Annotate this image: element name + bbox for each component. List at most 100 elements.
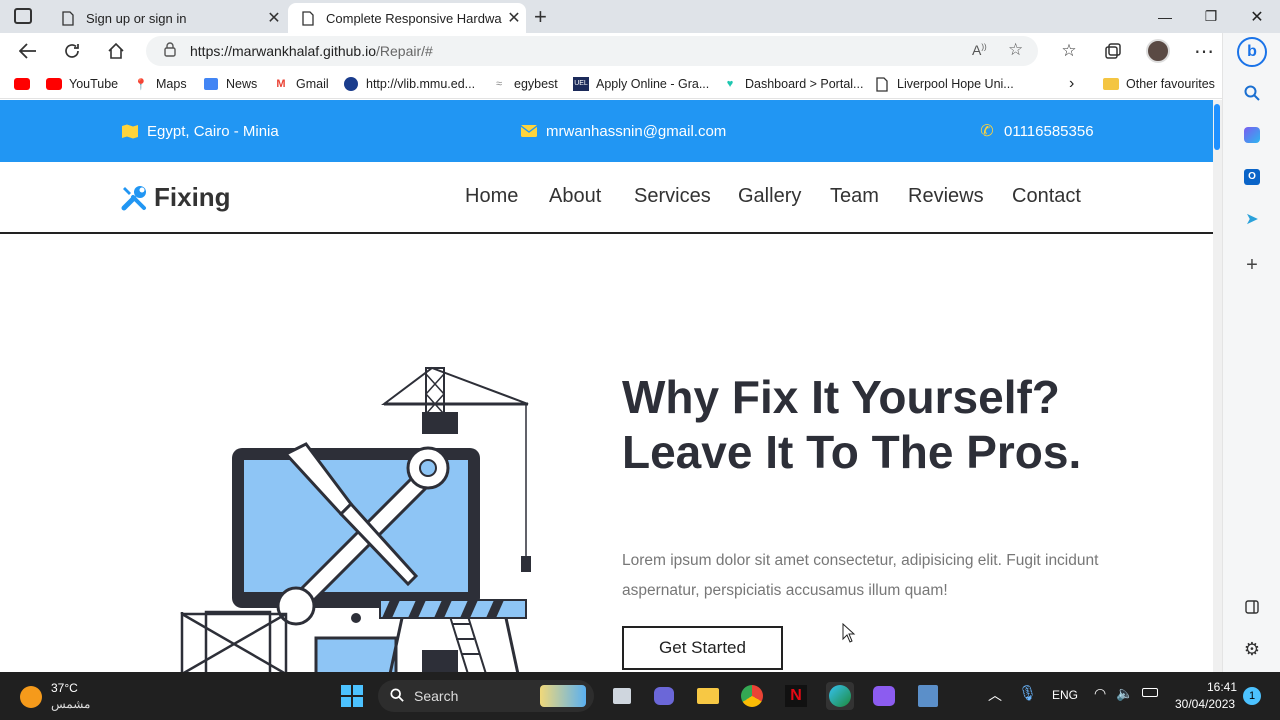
nav-services[interactable]: Services [634,185,711,208]
close-icon[interactable]: ✕ [262,8,286,28]
maps-icon: 📍 [134,78,148,91]
uel-icon: UEL [573,76,589,92]
site-icon: ≈ [495,78,503,90]
contact-topbar: Egypt, Cairo - Minia mrwanhassnin@gmail.… [0,100,1213,162]
nav-reviews[interactable]: Reviews [908,185,984,208]
telegram-icon[interactable]: ➤ [1240,207,1264,231]
tab-actions-icon[interactable] [14,8,32,24]
add-favourite-icon[interactable]: ☆ [1008,40,1023,60]
other-favourites[interactable]: Other favourites [1103,75,1215,93]
bookmark-label: Maps [156,77,187,91]
edge-sidebar: b O ➤ + ⚙ [1222,33,1280,672]
collections-icon[interactable] [1098,37,1128,65]
bookmark-youtube-icon-only[interactable] [14,75,37,93]
bookmark-label: Dashboard > Portal... [745,77,864,91]
bookmark-dashboard[interactable]: ♥ Dashboard > Portal... [722,75,864,93]
clipchamp-icon[interactable] [870,682,898,710]
nav-contact[interactable]: Contact [1012,185,1081,208]
address-toolbar: https://marwankhalaf.github.io /Repair/#… [0,33,1280,69]
taskbar-search[interactable]: Search [378,680,594,712]
language-indicator[interactable]: ENG [1052,688,1078,702]
minimize-icon[interactable]: — [1142,0,1188,33]
teams-chat-icon[interactable] [650,682,678,710]
nav-team[interactable]: Team [830,185,879,208]
youtube-icon [46,76,62,92]
add-icon[interactable]: + [1240,253,1264,277]
hero-title: Why Fix It Yourself? Leave It To The Pro… [622,371,1082,478]
battery-icon[interactable] [1142,686,1158,700]
new-tab-icon[interactable]: + [534,4,547,30]
home-icon[interactable] [101,37,131,65]
restore-icon[interactable]: ❐ [1188,0,1234,33]
windows-start-icon[interactable] [338,682,366,710]
bookmark-egybest[interactable]: ≈ egybest [491,75,558,93]
close-icon[interactable]: ✕ [502,8,526,28]
edge-icon[interactable] [826,682,854,710]
get-started-button[interactable]: Get Started [622,626,783,670]
address-bar[interactable]: https://marwankhalaf.github.io /Repair/#… [146,36,1038,66]
clock-date[interactable]: 30/04/2023 [1175,697,1235,711]
scrollbar-thumb[interactable] [1214,104,1220,150]
window-close-icon[interactable]: ✕ [1234,0,1280,33]
netflix-icon[interactable]: N [782,682,810,710]
lock-icon [164,42,180,60]
bookmark-liverpool[interactable]: Liverpool Hope Uni... [874,75,1014,93]
profile-avatar[interactable] [1143,37,1173,65]
bookmark-apply-online[interactable]: UEL Apply Online - Gra... [573,75,709,93]
notification-badge[interactable]: 1 [1243,687,1261,705]
nav-about[interactable]: About [549,185,601,208]
chevron-up-icon[interactable]: ︿ [988,685,1002,705]
read-aloud-icon[interactable]: A)) [972,42,987,58]
envelope-icon [520,122,538,140]
chevron-right-icon[interactable]: › [1069,75,1074,93]
bookmark-label: News [226,77,258,91]
bookmark-gmail[interactable]: M Gmail [273,75,328,93]
search-icon [390,687,404,705]
bookmark-news[interactable]: News [203,75,257,93]
tab-hardware[interactable]: Complete Responsive Hardware ✕ [288,3,526,33]
favourites-icon[interactable]: ☆ [1054,37,1084,65]
search-icon[interactable] [1240,81,1264,105]
sidebar-panel-icon[interactable] [1240,595,1264,619]
location-text: Egypt, Cairo - Minia [147,122,279,140]
heart-icon: ♥ [726,78,734,90]
wifi-icon[interactable]: ◠ [1094,685,1106,702]
bookmark-youtube[interactable]: YouTube [46,75,118,93]
outlook-icon[interactable]: O [1240,165,1264,189]
video-editor-icon[interactable] [914,682,942,710]
more-icon[interactable]: ⋯ [1189,37,1219,65]
url-path: /Repair/# [376,43,433,59]
bookmark-maps[interactable]: 📍 Maps [133,75,187,93]
chrome-icon[interactable] [738,682,766,710]
task-view-icon[interactable] [608,682,636,710]
mouse-cursor-icon [842,623,856,643]
bing-chat-icon[interactable]: b [1237,37,1267,67]
copilot-icon[interactable] [1240,123,1264,147]
microphone-icon[interactable]: 🎙 [1018,684,1037,702]
phone-icon: ✆ [980,123,994,140]
repair-illustration [180,366,531,672]
map-icon [121,122,139,140]
file-explorer-icon[interactable] [694,682,722,710]
sun-icon [20,686,42,708]
website-viewport: Egypt, Cairo - Minia mrwanhassnin@gmail.… [0,100,1213,672]
tools-icon [120,184,148,212]
page-scrollbar[interactable] [1213,100,1222,672]
bookmark-vlib[interactable]: http://vlib.mmu.ed... [343,75,475,93]
hero-description: Lorem ipsum dolor sit amet consectetur, … [622,552,1099,599]
back-icon[interactable] [13,37,43,65]
url-host: https://marwankhalaf.github.io [190,43,376,59]
gmail-icon: M [276,78,286,90]
tab-title: Complete Responsive Hardware [326,10,502,26]
tab-title: Sign up or sign in [86,10,187,26]
tab-sign-in[interactable]: Sign up or sign in ✕ [48,3,286,33]
site-logo[interactable]: Fixing [120,182,231,213]
settings-icon[interactable]: ⚙ [1240,637,1264,661]
page-icon [300,10,316,26]
volume-icon[interactable]: 🔈 [1116,685,1133,702]
clock-time[interactable]: 16:41 [1207,680,1237,694]
nav-gallery[interactable]: Gallery [738,185,801,208]
refresh-icon[interactable] [57,37,87,65]
nav-home[interactable]: Home [465,185,518,208]
weather-widget[interactable]: 37°C مشمس [20,680,100,712]
